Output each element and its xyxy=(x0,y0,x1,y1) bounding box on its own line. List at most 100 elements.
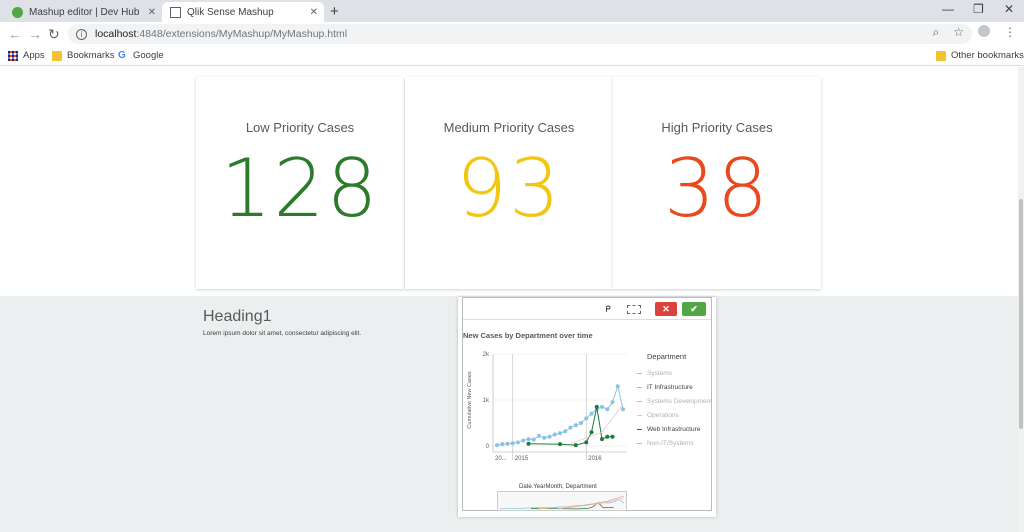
kpi-card-high[interactable]: High Priority Cases 38 xyxy=(613,77,821,289)
new-tab-icon[interactable]: + xyxy=(330,3,339,20)
bookmark-label: Bookmarks xyxy=(67,50,115,61)
bookmark-label: Google xyxy=(133,50,164,61)
back-icon[interactable]: ← xyxy=(8,26,22,42)
scrollbar-thumb[interactable] xyxy=(1019,199,1023,429)
legend-swatch xyxy=(637,386,642,388)
mini-chart-scrollbar[interactable] xyxy=(497,491,627,511)
site-info-icon[interactable]: i xyxy=(76,28,87,40)
data-point xyxy=(600,404,604,409)
data-point xyxy=(526,437,531,442)
cancel-selection-button[interactable]: ✕ xyxy=(655,302,677,316)
data-point xyxy=(510,441,515,446)
kpi-card-low[interactable]: Low Priority Cases 128 xyxy=(196,77,404,289)
browser-tab-strip: Mashup editor | Dev Hub ✕ Qlik Sense Mas… xyxy=(0,0,1024,22)
legend-label: Systems xyxy=(647,369,672,377)
line-chart[interactable]: 0 1k 2k 20... 2015 2016 Cumulative New Cases xyxy=(463,342,639,468)
data-point xyxy=(584,440,589,445)
kpi-card-medium[interactable]: Medium Priority Cases 93 xyxy=(405,77,613,289)
data-point xyxy=(589,411,594,416)
legend-swatch xyxy=(637,372,642,374)
url-path: :4848/extensions/MyMashup/MyMashup.html xyxy=(136,28,348,40)
data-point xyxy=(621,407,625,412)
bookmark-google[interactable]: G Google xyxy=(118,50,164,61)
select-tool-icon[interactable] xyxy=(627,305,641,314)
legend-item[interactable]: Operations xyxy=(637,408,715,422)
section-text: Lorem ipsum dolor sit amet, consectetur … xyxy=(203,330,362,337)
apps-grid-icon xyxy=(8,50,18,61)
legend-swatch xyxy=(637,428,642,430)
data-point xyxy=(600,437,604,442)
legend-item[interactable]: Systems xyxy=(637,366,715,380)
other-bookmarks[interactable]: Other bookmarks xyxy=(936,50,1024,61)
data-point xyxy=(610,400,615,405)
chart-legend: Systems IT Infrastructure Systems Developm… xyxy=(637,366,715,450)
data-point xyxy=(579,421,583,425)
chart-panel: ᑭ ✕ ✔ New Cases by Department over time … xyxy=(458,297,716,517)
chart-object[interactable]: ᑭ ✕ ✔ New Cases by Department over time … xyxy=(462,297,712,511)
browser-tab[interactable]: Mashup editor | Dev Hub ✕ xyxy=(4,2,162,22)
data-point xyxy=(495,443,499,448)
folder-icon xyxy=(936,50,946,61)
x-tick-label: 2015 xyxy=(515,456,529,462)
forward-icon[interactable]: → xyxy=(28,26,42,42)
menu-icon[interactable]: ⋮ xyxy=(1004,25,1016,40)
data-point xyxy=(584,416,589,421)
lasso-icon[interactable]: ᑭ xyxy=(601,302,615,316)
legend-item[interactable]: Non-IT/Systems xyxy=(637,436,715,450)
legend-swatch xyxy=(637,400,642,402)
data-point xyxy=(547,434,552,439)
kpi-label: High Priority Cases xyxy=(661,120,773,135)
legend-item[interactable]: IT Infrastructure xyxy=(637,380,715,394)
data-point xyxy=(568,425,573,430)
section-heading: Heading1 xyxy=(203,308,272,325)
legend-item[interactable]: Systems Development xyxy=(637,394,715,408)
profile-icon[interactable] xyxy=(978,25,990,37)
reload-icon[interactable]: ↻ xyxy=(48,26,60,43)
zoom-icon[interactable]: ⌕ xyxy=(933,25,940,40)
legend-label: IT Infrastructure xyxy=(647,383,693,391)
tab-title: Qlik Sense Mashup xyxy=(187,6,274,18)
data-point xyxy=(531,437,536,442)
kpi-value: 93 xyxy=(456,142,562,235)
data-point xyxy=(500,442,505,447)
window-close-icon[interactable]: ✕ xyxy=(1004,2,1014,16)
kpi-label: Medium Priority Cases xyxy=(443,120,575,135)
y-tick-label: 1k xyxy=(483,398,490,404)
maximize-icon[interactable]: ❐ xyxy=(973,2,984,16)
close-tab-icon[interactable]: ✕ xyxy=(148,7,156,18)
legend-item[interactable]: Web Infrastructure xyxy=(637,422,715,436)
minimize-icon[interactable]: — xyxy=(942,2,954,16)
data-point xyxy=(516,440,520,445)
browser-tab-active[interactable]: Qlik Sense Mashup ✕ xyxy=(162,2,324,22)
legend-label: Operations xyxy=(647,411,679,419)
data-point xyxy=(558,431,562,436)
confirm-selection-button[interactable]: ✔ xyxy=(682,302,706,316)
data-point xyxy=(605,434,610,439)
legend-title: Department xyxy=(647,352,687,361)
data-point xyxy=(573,423,578,428)
bookmark-label: Apps xyxy=(23,50,45,61)
data-point xyxy=(610,434,615,439)
page-scrollbar[interactable] xyxy=(1018,67,1024,532)
chart-title: New Cases by Department over time xyxy=(463,331,593,340)
y-axis-label: Cumulative New Cases xyxy=(467,371,473,428)
url-host: localhost xyxy=(95,28,137,40)
mini-chart xyxy=(499,495,625,510)
url-input[interactable]: i localhost :4848/extensions/MyMashup/My… xyxy=(68,24,972,44)
y-tick-label: 2k xyxy=(483,352,490,358)
page-favicon-icon xyxy=(170,6,181,18)
close-tab-icon[interactable]: ✕ xyxy=(310,7,318,18)
data-point xyxy=(542,435,547,440)
bookmark-folder[interactable]: Bookmarks xyxy=(52,50,115,61)
kpi-row: Low Priority Cases 128 Medium Priority C… xyxy=(0,67,1018,297)
kpi-label: Low Priority Cases xyxy=(245,120,355,135)
data-point xyxy=(563,429,568,434)
bookmark-apps[interactable]: Apps xyxy=(8,50,45,61)
toolbar-icons: ⌕ ☆ ⋮ xyxy=(933,25,1016,40)
data-point xyxy=(505,441,510,446)
data-point xyxy=(558,442,562,447)
data-point xyxy=(573,443,578,448)
bookmarks-bar: Apps Bookmarks G Google Other bookmarks xyxy=(0,46,1024,66)
star-icon[interactable]: ☆ xyxy=(953,25,964,40)
mashup-page: Low Priority Cases 128 Medium Priority C… xyxy=(0,67,1018,532)
